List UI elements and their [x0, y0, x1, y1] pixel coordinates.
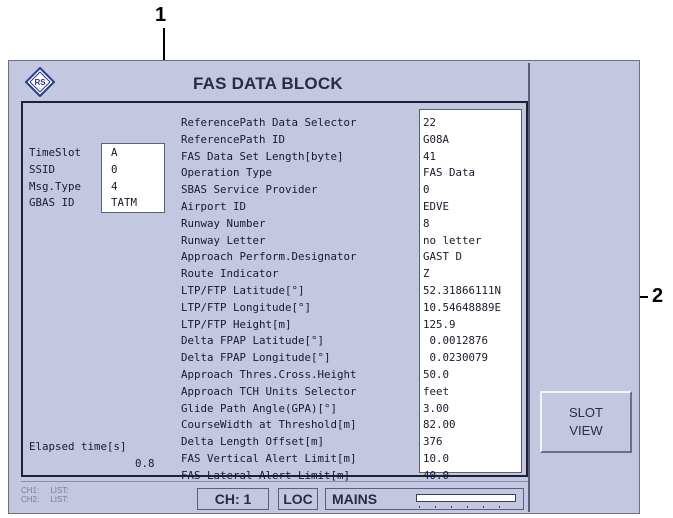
callout-1: 1 — [155, 4, 167, 26]
callout-2: 2 — [652, 285, 664, 307]
field-value[interactable]: 50.0 — [423, 367, 501, 384]
channel-list-info: CH1: LIST: CH2: LIST: — [21, 486, 69, 504]
field-labels: ReferencePath Data Selector ReferencePath… — [181, 115, 357, 485]
field-value[interactable]: 52.31866111N — [423, 283, 501, 300]
page-title: FAS DATA BLOCK — [193, 74, 343, 93]
field-label: Route Indicator — [181, 267, 279, 281]
field-label: Runway Number — [181, 216, 266, 230]
field-label: Approach Thres.Cross.Height — [181, 367, 357, 381]
field-label: Delta Length Offset[m] — [181, 435, 325, 449]
field-value[interactable]: no letter — [423, 233, 501, 250]
field-label: LTP/FTP Height[m] — [181, 317, 292, 331]
svg-text:RS: RS — [34, 78, 46, 87]
field-value[interactable]: 0.0230079 — [423, 350, 501, 367]
left-info-value: A — [111, 146, 118, 159]
field-label: FAS Data Set Length[byte] — [181, 149, 344, 163]
field-value[interactable]: feet — [423, 384, 501, 401]
slot-view-button[interactable]: SLOT VIEW — [540, 391, 632, 453]
left-info-label: TimeSlot — [29, 146, 82, 159]
field-value[interactable]: Z — [423, 266, 501, 283]
field-values: 22 G08A 41 FAS Data 0 EDVE 8 no letter GAST D Z 52… — [423, 115, 501, 485]
field-value[interactable]: FAS Data — [423, 165, 501, 182]
power-label: MAINS — [332, 491, 378, 507]
field-label: LTP/FTP Latitude[°] — [181, 283, 305, 297]
field-value[interactable]: 125.9 — [423, 317, 501, 334]
main-panel: RS FAS DATA BLOCK TimeSlot A SSID 0 Msg.Type… — [11, 63, 530, 512]
left-info-label: Msg.Type — [29, 179, 82, 193]
field-value[interactable]: 82.00 — [423, 417, 501, 434]
field-value[interactable]: 10.0 — [423, 451, 501, 468]
field-label: FAS Vertical Alert Limit[m] — [181, 451, 357, 465]
mode-indicator: LOC — [278, 488, 318, 510]
elapsed-time-value: 0.8 — [135, 457, 155, 470]
field-label: Operation Type — [181, 166, 273, 180]
field-value[interactable]: 0 — [423, 182, 501, 199]
field-label: Approach Perform.Designator — [181, 250, 357, 264]
field-label: ReferencePath Data Selector — [181, 116, 357, 129]
left-info-value: 4 — [111, 179, 118, 193]
rohde-schwarz-logo-icon: RS — [25, 67, 55, 97]
field-value[interactable]: 41 — [423, 149, 501, 166]
mains-bar-ticks — [419, 506, 500, 508]
field-value[interactable]: 22 — [423, 115, 501, 132]
field-value[interactable]: GAST D — [423, 249, 501, 266]
field-label: CourseWidth at Threshold[m] — [181, 418, 357, 432]
field-value[interactable]: EDVE — [423, 199, 501, 216]
field-label: SBAS Service Provider — [181, 183, 318, 197]
mains-level-bar — [416, 494, 516, 508]
slot-view-line1: SLOT — [569, 405, 603, 420]
field-value[interactable]: 8 — [423, 216, 501, 233]
left-info-label: GBAS ID — [29, 196, 75, 210]
ch1-label: CH1: — [21, 486, 40, 495]
field-label: Airport ID — [181, 199, 247, 213]
instrument-screen: RS FAS DATA BLOCK TimeSlot A SSID 0 Msg.Type… — [8, 60, 640, 514]
list2-label: LIST: — [50, 495, 69, 504]
field-label: Delta FPAP Latitude[°] — [181, 334, 325, 348]
field-label: Delta FPAP Longitude[°] — [181, 351, 331, 365]
channel-indicator: CH: 1 — [197, 488, 269, 510]
softkey-panel: SLOT VIEW — [532, 63, 638, 512]
field-value[interactable]: 0.0012876 — [423, 333, 501, 350]
status-bar: CH1: LIST: CH2: LIST: CH: 1 LOC MAINS — [21, 481, 528, 511]
left-info-value: 0 — [111, 162, 118, 176]
left-info-value: TATM — [111, 196, 138, 210]
field-label: ReferencePath ID — [181, 132, 286, 146]
field-value[interactable]: G08A — [423, 132, 501, 149]
left-info-label: SSID — [29, 162, 56, 176]
field-label: Glide Path Angle(GPA)[°] — [181, 401, 338, 415]
field-value[interactable]: 3.00 — [423, 401, 501, 418]
field-label: Runway Letter — [181, 233, 266, 247]
slot-view-line2: VIEW — [569, 423, 603, 438]
fas-data-frame: TimeSlot A SSID 0 Msg.Type 4 GBAS ID TATM Refer… — [21, 101, 528, 482]
elapsed-time-label: Elapsed time[s] — [29, 440, 127, 453]
field-value[interactable]: 10.54648889E — [423, 300, 501, 317]
field-label: LTP/FTP Longitude[°] — [181, 300, 312, 314]
field-value[interactable]: 376 — [423, 434, 501, 451]
ch2-label: CH2: — [21, 495, 40, 504]
field-label: Approach TCH Units Selector — [181, 384, 357, 398]
list1-label: LIST: — [50, 486, 69, 495]
